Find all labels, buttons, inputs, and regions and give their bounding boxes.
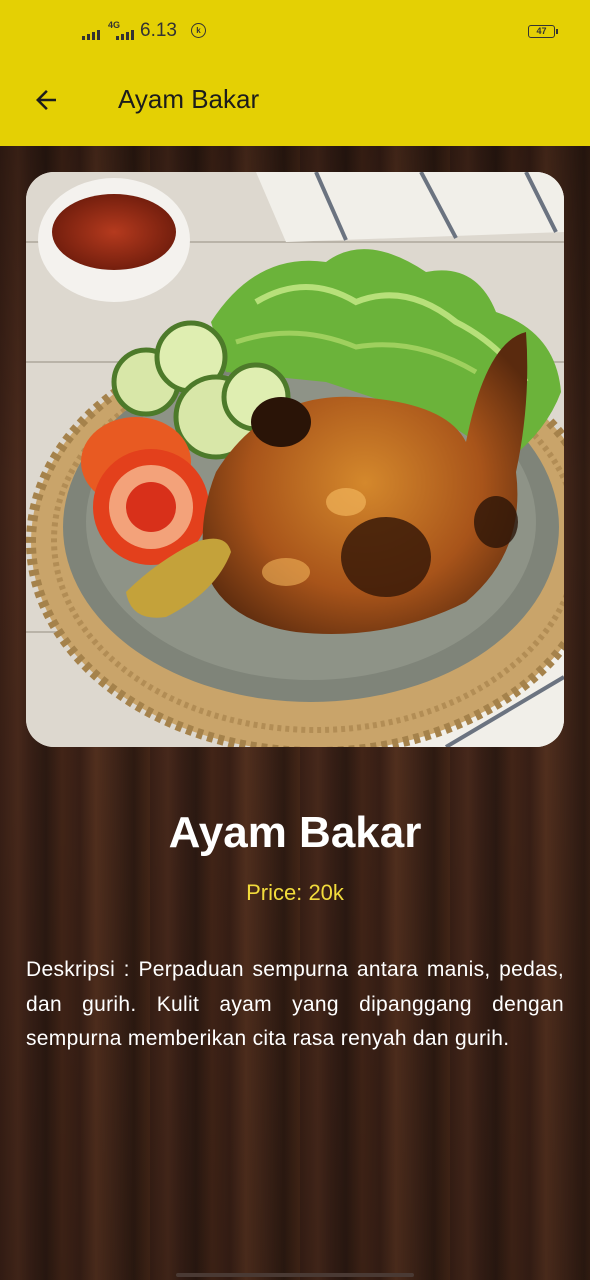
food-image — [26, 172, 564, 747]
status-time: 6.13 — [140, 20, 177, 41]
price-label: Price: — [246, 880, 303, 905]
signal-icon — [82, 28, 100, 40]
status-bar: 4G 6.13 k 47 — [0, 0, 590, 62]
price-text: Price: 20k — [0, 880, 590, 906]
food-description: Deskripsi : Perpaduan sempurna antara ma… — [26, 953, 564, 1057]
notification-icon: k — [191, 23, 206, 38]
page-title: Ayam Bakar — [118, 84, 260, 114]
app-bar: Ayam Bakar — [0, 62, 590, 146]
battery-icon: 47 — [528, 25, 558, 38]
arrow-left-icon — [36, 90, 56, 110]
top-bar: 4G 6.13 k 47 Ayam Bakar — [0, 0, 590, 146]
signal-icon-2 — [116, 28, 134, 40]
price-value: 20k — [308, 880, 344, 905]
battery-level: 47 — [536, 26, 547, 36]
home-indicator[interactable] — [176, 1273, 414, 1277]
food-name: Ayam Bakar — [168, 808, 422, 857]
description-label: Deskripsi : — [26, 958, 130, 981]
grilled-chicken-photo — [26, 172, 564, 747]
back-button[interactable] — [22, 76, 70, 124]
